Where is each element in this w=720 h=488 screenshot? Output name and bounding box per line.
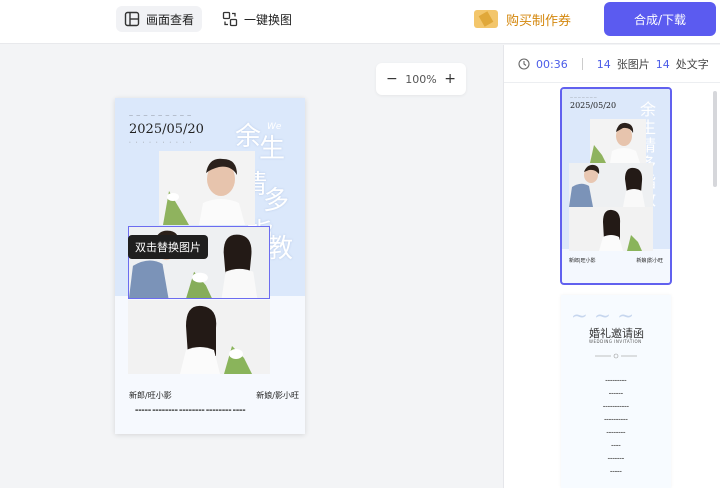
headline-char: 余 bbox=[235, 122, 262, 152]
poster-info-line: ▬▬▬▬▬ ▬▬▬▬▬▬▬▬ ▬▬▬▬▬▬▬▬ ▬▬▬▬▬▬▬▬ ▬▬▬▬ bbox=[135, 408, 246, 412]
invitation-body-lines: ▬▬▬▬▬▬▬▬▬ ▬▬▬▬▬▬ ▬▬▬▬▬▬▬▬▬▬▬ ▬▬▬▬▬▬▬▬▬▬ … bbox=[603, 379, 629, 473]
text-count-label: 处文字 bbox=[675, 58, 709, 71]
groom-name[interactable]: 新郎/旺小影 bbox=[129, 390, 172, 401]
poster-date[interactable]: 2025/05/20 bbox=[129, 122, 204, 137]
panel-divider bbox=[504, 82, 720, 83]
buy-label: 购买制作券 bbox=[506, 13, 572, 29]
swap-all-images-button[interactable]: 一键换图 bbox=[214, 6, 300, 32]
poster-small-header: — — — — — — — — — bbox=[129, 112, 193, 117]
invitation-subtitle: WEDDING INVITATION bbox=[589, 339, 642, 344]
zoom-control: − 100% + bbox=[376, 63, 466, 95]
photo-slot-3[interactable] bbox=[128, 300, 270, 374]
download-button[interactable]: 合成/下载 bbox=[604, 2, 716, 36]
project-info-row: 00:36 14 张图片 14 处文字 bbox=[518, 55, 709, 73]
zoom-out-button[interactable]: − bbox=[386, 71, 398, 87]
poster-canvas[interactable]: — — — — — — — — — 2025/05/20 • • • • • •… bbox=[115, 98, 305, 434]
thumb-date: 2025/05/20 bbox=[570, 101, 617, 110]
page-thumbnail-1-selected[interactable]: — — — — — — — 2025/05/20 余生请多指教 新郎|旺小影 新… bbox=[560, 87, 672, 285]
photo-groom bbox=[159, 151, 255, 225]
clock-icon bbox=[518, 58, 530, 70]
image-count-label: 张图片 bbox=[616, 58, 650, 71]
photo-slot-1[interactable] bbox=[159, 151, 255, 225]
headline-char: 多 bbox=[263, 186, 290, 216]
thumb-photo-1 bbox=[590, 119, 646, 163]
right-panel: 00:36 14 张图片 14 处文字 — — — — — — — 2025/0… bbox=[503, 45, 720, 488]
photo-bride bbox=[128, 300, 270, 374]
thumb-photo-2 bbox=[569, 163, 653, 207]
zoom-level: 100% bbox=[405, 72, 437, 86]
text-count: 14 bbox=[655, 57, 670, 71]
thumb-bride-name: 新娘|影小旺 bbox=[636, 258, 663, 264]
buy-ticket-button[interactable]: 购买制作券 bbox=[474, 8, 571, 30]
canvas-area: − 100% + — — — — — — — — — 2025/05/20 • … bbox=[0, 45, 503, 488]
panel-scrollbar[interactable] bbox=[713, 91, 717, 187]
poster-names: 新郎/旺小影 新娘/影小旺 bbox=[129, 390, 299, 401]
headline-char: 生 bbox=[259, 134, 286, 164]
timer: 00:36 bbox=[536, 57, 568, 71]
bride-name[interactable]: 新娘/影小旺 bbox=[256, 390, 299, 401]
thumb-small-header: — — — — — — — bbox=[570, 95, 597, 99]
divider bbox=[581, 58, 583, 70]
top-toolbar: 画面查看 一键换图 购买制作券 合成/下载 bbox=[0, 0, 720, 44]
thumb-names: 新郎|旺小影 新娘|影小旺 bbox=[569, 257, 663, 264]
image-count: 14 bbox=[596, 57, 611, 71]
headline-char: 教 bbox=[267, 234, 294, 264]
poster-dot-line: • • • • • • • • • • bbox=[129, 140, 194, 144]
ornament-divider-icon bbox=[595, 353, 637, 359]
zoom-in-button[interactable]: + bbox=[444, 71, 456, 87]
swap-image-icon bbox=[222, 11, 238, 27]
page-thumbnail-2[interactable]: ~ ~ ~ 婚礼邀请函 WEDDING INVITATION ▬▬▬▬▬▬▬▬▬… bbox=[561, 295, 671, 488]
thumb-groom-name: 新郎|旺小影 bbox=[569, 258, 596, 264]
layout-icon bbox=[124, 11, 140, 27]
poster-we-text: We bbox=[267, 122, 282, 132]
canvas-view-label: 画面查看 bbox=[146, 12, 195, 27]
replace-image-tooltip: 双击替换图片 bbox=[128, 235, 208, 259]
swap-all-label: 一键换图 bbox=[244, 12, 293, 27]
ticket-icon bbox=[474, 10, 498, 28]
invitation-script-decoration: ~ ~ ~ bbox=[571, 303, 634, 327]
thumb-photo-3 bbox=[569, 207, 653, 251]
canvas-view-button[interactable]: 画面查看 bbox=[116, 6, 203, 32]
